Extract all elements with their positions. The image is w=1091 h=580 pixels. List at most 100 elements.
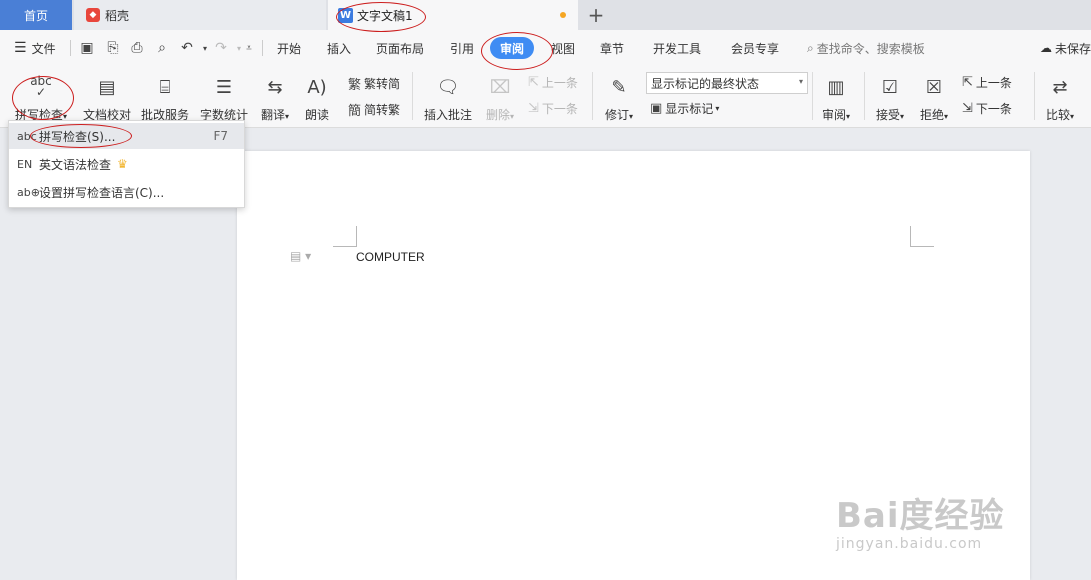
menu-developer[interactable]: 开发工具 [653, 30, 701, 66]
menu-start[interactable]: 开始 [277, 30, 301, 66]
read-aloud-button[interactable]: A) 朗读 [300, 72, 334, 123]
prev-change-button[interactable]: ⇱ 上一条 [962, 74, 1012, 91]
cloud-save-status[interactable]: ☁ 未保存 [1040, 30, 1091, 66]
show-markup-label: 显示标记 [665, 102, 714, 116]
simp-to-trad-icon: 簡 [348, 104, 362, 119]
ribbon-divider [592, 72, 593, 120]
spellcheck-icon: abc ✓ [30, 74, 52, 99]
redo-icon[interactable]: ↷ [212, 38, 230, 58]
divider [70, 40, 71, 56]
delete-comment-button[interactable]: ⌧ 删除▾ [480, 72, 520, 123]
print-preview-icon[interactable]: ⌕ [153, 38, 171, 58]
menu-section[interactable]: 章节 [600, 30, 624, 66]
tab-document[interactable]: W 文字文稿1 [328, 0, 578, 30]
customize-toolbar-icon[interactable]: ⩡ [240, 38, 258, 58]
compare-button[interactable]: ⇄ 比较▾ [1040, 72, 1080, 123]
accept-button[interactable]: ☑ 接受▾ [870, 72, 910, 123]
review-service-icon: ⌸ [159, 76, 171, 98]
title-tab-bar: 首页 ◆ 稻壳 W 文字文稿1 + [0, 0, 1091, 30]
menu-insert[interactable]: 插入 [327, 30, 351, 66]
insert-comment-button[interactable]: 🗨 插入批注 [420, 72, 476, 123]
menu-item-spellcheck[interactable]: abc 拼写检查(S)... F7 [9, 123, 244, 149]
compare-label: 比较▾ [1045, 108, 1075, 122]
cloud-icon: ☁ [1040, 41, 1052, 55]
track-changes-button[interactable]: ✎ 修订▾ [600, 72, 638, 123]
new-tab-button[interactable]: + [584, 0, 608, 30]
tab-daoke[interactable]: ◆ 稻壳 [74, 0, 326, 30]
translate-button[interactable]: ⇆ 翻译▾ [256, 72, 294, 123]
next-change-label: 下一条 [975, 102, 1012, 116]
prev-change-icon: ⇱ [962, 75, 973, 90]
watermark-main-text: Bai度经验 [836, 496, 1005, 536]
simp-to-trad-label: 简转繁 [364, 103, 401, 117]
paragraph-menu-icon[interactable]: ▤ ▾ [290, 249, 311, 263]
translate-label: 翻译▾ [260, 108, 290, 122]
daoke-logo-icon: ◆ [86, 8, 100, 22]
next-change-button[interactable]: ⇲ 下一条 [962, 100, 1012, 117]
spellcheck-button[interactable]: abc ✓ 拼写检查▾ [10, 72, 72, 123]
crop-mark-top-right [910, 226, 934, 247]
file-menu[interactable]: ☰ 文件 [14, 30, 56, 66]
divider [262, 40, 263, 56]
prev-comment-icon: ⇱ [528, 75, 539, 90]
review-pane-icon: ▥ [827, 76, 845, 98]
spellcheck-dropdown-menu: abc 拼写检查(S)... F7 EN 英文语法检查 ♛ ab⊕ 设置拼写检查… [8, 120, 245, 208]
next-comment-button[interactable]: ⇲ 下一条 [528, 100, 578, 117]
proofread-icon: ▤ [98, 76, 116, 98]
show-markup-icon: ▣ [650, 101, 663, 116]
hamburger-icon: ☰ [14, 40, 27, 56]
tab-home[interactable]: 首页 [0, 0, 72, 30]
chevron-down-icon: ▾ [715, 104, 720, 113]
shortcut-label: F7 [213, 129, 228, 143]
delete-comment-label: 删除▾ [485, 108, 515, 122]
review-pane-label: 审阅▾ [821, 108, 851, 122]
document-text[interactable]: COMPUTER [356, 250, 425, 264]
menu-item-spellcheck-language[interactable]: ab⊕ 设置拼写检查语言(C)... [9, 179, 244, 205]
simp-to-trad-button[interactable]: 簡 简转繁 [348, 100, 400, 119]
next-comment-label: 下一条 [541, 102, 578, 116]
proofread-button[interactable]: ▤ 文档校对 [82, 72, 132, 123]
trad-to-simp-button[interactable]: 繁 繁转简 [348, 74, 400, 93]
language-globe-icon: ab⊕ [17, 185, 40, 199]
read-aloud-icon: A) [307, 76, 327, 98]
markup-state-select[interactable]: 显示标记的最终状态 ▾ [646, 72, 808, 94]
menu-references[interactable]: 引用 [450, 30, 474, 66]
trad-to-simp-label: 繁转简 [364, 77, 401, 91]
reject-button[interactable]: ☒ 拒绝▾ [914, 72, 954, 123]
menu-item-grammar-check[interactable]: EN 英文语法检查 ♛ [9, 151, 244, 177]
print-icon[interactable]: ⎙ [128, 38, 146, 58]
crown-icon: ♛ [117, 157, 128, 171]
tab-document-label: 文字文稿1 [357, 8, 413, 23]
command-search-label: 查找命令、搜索模板 [816, 41, 925, 56]
watermark-logo: Bai度经验 [836, 488, 1005, 537]
file-menu-label: 文件 [31, 41, 56, 56]
menu-page-layout[interactable]: 页面布局 [376, 30, 424, 66]
cloud-save-label: 未保存 [1055, 41, 1091, 56]
markup-state-value: 显示标记的最终状态 [651, 76, 760, 91]
translate-icon: ⇆ [267, 76, 283, 98]
ribbon-divider [812, 72, 813, 120]
menu-item-grammar-label: 英文语法检查 [39, 157, 112, 172]
review-pane-button[interactable]: ▥ 审阅▾ [816, 72, 856, 123]
save-icon[interactable]: ▣ [78, 38, 96, 58]
word-count-button[interactable]: ☰ 字数统计 [198, 72, 250, 123]
search-icon: ⌕ [807, 40, 814, 55]
menu-membership[interactable]: 会员专享 [731, 30, 779, 66]
read-aloud-label: 朗读 [304, 108, 329, 122]
ribbon-divider [864, 72, 865, 120]
prev-comment-button[interactable]: ⇱ 上一条 [528, 74, 578, 91]
show-markup-button[interactable]: ▣ 显示标记 ▾ [650, 100, 719, 117]
export-pdf-icon[interactable]: ⎘ [104, 38, 122, 58]
command-search[interactable]: ⌕ 查找命令、搜索模板 [807, 30, 925, 66]
accept-icon: ☑ [881, 76, 899, 98]
menu-item-language-label: 设置拼写检查语言(C)... [39, 185, 165, 200]
menu-review[interactable]: 审阅 [490, 37, 535, 59]
menu-view[interactable]: 视图 [551, 30, 575, 66]
review-service-button[interactable]: ⌸ 批改服务 [140, 72, 190, 123]
undo-icon[interactable]: ↶ [178, 38, 196, 58]
ribbon-divider [412, 72, 413, 120]
track-changes-icon: ✎ [611, 76, 627, 98]
unsaved-dot-icon [560, 12, 566, 18]
watermark-url: jingyan.baidu.com [836, 536, 983, 552]
ribbon-divider [1034, 72, 1035, 120]
